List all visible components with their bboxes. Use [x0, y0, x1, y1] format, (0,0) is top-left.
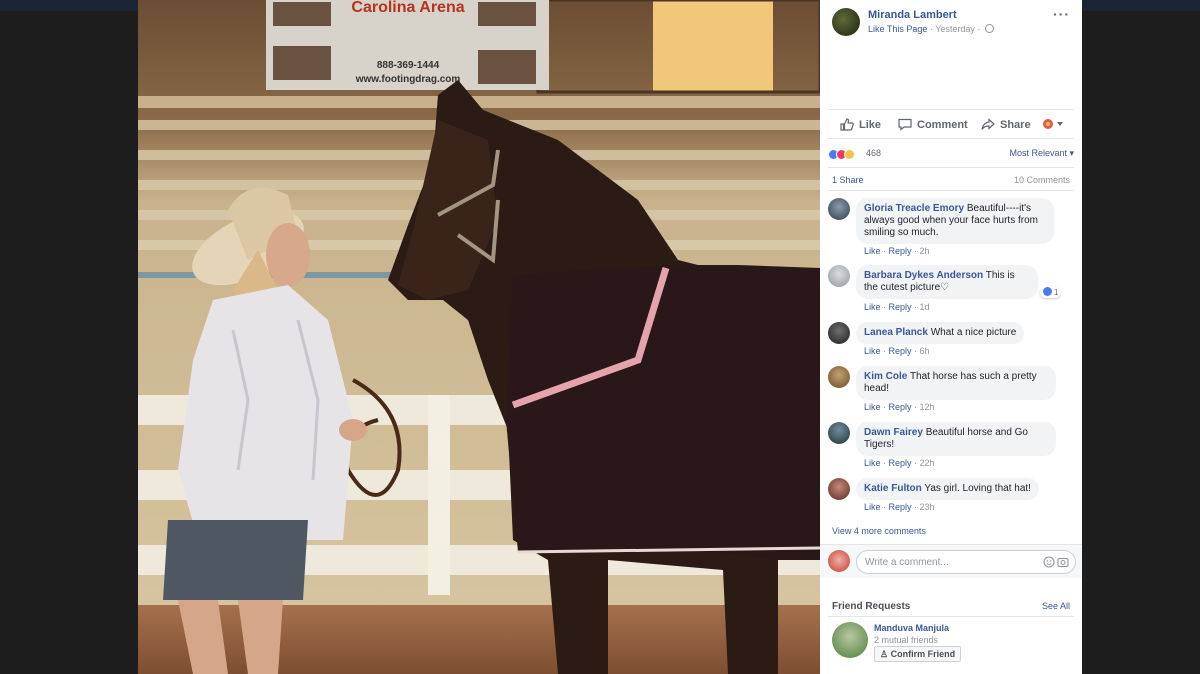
- comment-time[interactable]: 12h: [920, 402, 935, 412]
- comment-meta: Like · Reply · 22h: [864, 458, 935, 468]
- comment-bubble: Lanea Planck What a nice picture: [856, 322, 1025, 344]
- comment-like-link[interactable]: Like: [864, 346, 881, 356]
- friend-requests-title: Friend Requests: [832, 601, 911, 612]
- comment-reply-link[interactable]: Reply: [889, 458, 912, 468]
- comment-time[interactable]: 2h: [920, 246, 930, 256]
- reaction-selector[interactable]: [1042, 118, 1069, 130]
- comment-text: What a nice picture: [930, 327, 1017, 338]
- author-name[interactable]: Miranda Lambert: [868, 9, 957, 21]
- commenter-name[interactable]: Katie Fulton: [864, 483, 922, 494]
- comment-meta: Like · Reply · 6h: [864, 346, 930, 356]
- sort-dropdown[interactable]: Most Relevant ▾: [1009, 148, 1074, 159]
- current-user-avatar: [828, 550, 850, 572]
- photo-illustration: Carolina Arena 888-369-1444 www.footingd…: [138, 0, 820, 674]
- comment-bubble: Katie Fulton Yas girl. Loving that hat!: [856, 478, 1039, 500]
- thumbs-up-icon: [840, 118, 854, 131]
- comment-label: Comment: [917, 118, 968, 131]
- comment-bubble: Gloria Treacle Emory Beautiful----it's a…: [856, 198, 1054, 244]
- comment-input-placeholder: Write a comment...: [865, 557, 949, 568]
- comment-like-link[interactable]: Like: [864, 502, 881, 512]
- reaction-dropdown-icon: [1043, 119, 1063, 129]
- comment-reply-link[interactable]: Reply: [889, 302, 912, 312]
- meta-separator-2: ·: [974, 24, 983, 34]
- commenter-name[interactable]: Lanea Planck: [864, 327, 928, 338]
- comment-time[interactable]: 6h: [920, 346, 930, 356]
- haha-reaction-icon: [844, 149, 855, 161]
- author-avatar[interactable]: [832, 8, 860, 36]
- mutual-friends-text[interactable]: 2 mutual friends: [874, 635, 938, 645]
- confirm-friend-label: Confirm Friend: [890, 649, 956, 659]
- comment-like-link[interactable]: Like: [864, 458, 881, 468]
- commenter-avatar[interactable]: [828, 265, 850, 287]
- comment-time[interactable]: 23h: [920, 502, 935, 512]
- comment-input[interactable]: Write a comment...: [856, 550, 1076, 574]
- friend-requests-divider: [828, 616, 1074, 617]
- friend-request-name[interactable]: Manduva Manjula: [874, 623, 949, 633]
- share-button[interactable]: Share: [981, 118, 1031, 131]
- comment-input-icons: [1043, 556, 1069, 571]
- more-options-icon[interactable]: ···: [1053, 6, 1070, 22]
- commenter-name[interactable]: Gloria Treacle Emory: [864, 203, 964, 214]
- post-stats: 1 Share 10 Comments: [828, 167, 1074, 191]
- like-page-link[interactable]: Like This Page: [868, 24, 927, 34]
- commenter-avatar[interactable]: [828, 322, 850, 344]
- add-friend-icon: ♙: [880, 649, 889, 659]
- comment-reaction-badge[interactable]: 1: [1040, 286, 1062, 298]
- comment-meta: Like · Reply · 2h: [864, 246, 930, 256]
- comment-meta: Like · Reply · 12h: [864, 402, 935, 412]
- comment-like-link[interactable]: Like: [864, 402, 881, 412]
- comment-meta: Like · Reply · 23h: [864, 502, 935, 512]
- comment-bubble: Barbara Dykes Anderson This is the cutes…: [856, 265, 1038, 299]
- comment-reply-link[interactable]: Reply: [889, 402, 912, 412]
- post-sidebar: Miranda Lambert Like This Page · Yesterd…: [820, 0, 1082, 674]
- action-bar: Like Comment Share: [828, 109, 1074, 139]
- emoji-and-camera-icons[interactable]: [1043, 556, 1069, 568]
- commenter-name[interactable]: Barbara Dykes Anderson: [864, 270, 983, 281]
- share-arrow-icon: [981, 118, 995, 130]
- reaction-count[interactable]: 468: [866, 148, 881, 158]
- comment-time[interactable]: 22h: [920, 458, 935, 468]
- comment-reply-link[interactable]: Reply: [889, 246, 912, 256]
- post-time[interactable]: Yesterday: [935, 24, 975, 34]
- comments-count[interactable]: 10 Comments: [1014, 175, 1070, 185]
- post-meta: Like This Page · Yesterday ·: [868, 24, 994, 34]
- like-reaction-icon: [1043, 287, 1052, 296]
- shares-link[interactable]: 1 Share: [832, 175, 864, 185]
- comment-meta: Like · Reply · 1d: [864, 302, 930, 312]
- comment-like-link[interactable]: Like: [864, 246, 881, 256]
- reaction-icons[interactable]: [828, 147, 855, 161]
- globe-icon: [984, 24, 994, 33]
- comment-text: Yas girl. Loving that hat!: [924, 483, 1031, 494]
- share-label: Share: [1000, 118, 1031, 131]
- sign-url: www.footingdrag.com: [355, 74, 461, 85]
- friend-request-avatar[interactable]: [832, 622, 868, 658]
- commenter-avatar[interactable]: [828, 478, 850, 500]
- comment-reply-link[interactable]: Reply: [889, 502, 912, 512]
- confirm-friend-button[interactable]: ♙ Confirm Friend: [874, 646, 962, 662]
- comment-button[interactable]: Comment: [898, 118, 968, 131]
- reactions-summary: 468 Most Relevant ▾: [828, 143, 1074, 165]
- comment-reply-link[interactable]: Reply: [889, 346, 912, 356]
- like-label: Like: [859, 118, 882, 131]
- comment-bubble: Dawn Fairey Beautiful horse and Go Tiger…: [856, 422, 1056, 456]
- commenter-name[interactable]: Kim Cole: [864, 371, 907, 382]
- comment-bubble: Kim Cole That horse has such a pretty he…: [856, 366, 1056, 400]
- comment-time[interactable]: 1d: [920, 302, 930, 312]
- see-all-link[interactable]: See All: [1042, 601, 1070, 611]
- comment-like-link[interactable]: Like: [864, 302, 881, 312]
- sign-title: Carolina Arena: [351, 0, 464, 16]
- post-photo[interactable]: Carolina Arena 888-369-1444 www.footingd…: [138, 0, 820, 674]
- commenter-avatar[interactable]: [828, 198, 850, 220]
- commenter-avatar[interactable]: [828, 422, 850, 444]
- commenter-name[interactable]: Dawn Fairey: [864, 427, 923, 438]
- like-button[interactable]: Like: [840, 118, 881, 131]
- commenter-avatar[interactable]: [828, 366, 850, 388]
- view-more-comments-link[interactable]: View 4 more comments: [832, 526, 926, 536]
- post-header: Miranda Lambert Like This Page · Yesterd…: [820, 0, 1082, 108]
- comment-reaction-count: 1: [1054, 288, 1059, 297]
- write-comment-row: Write a comment...: [820, 544, 1082, 578]
- sign-phone: 888-369-1444: [377, 60, 440, 71]
- speech-bubble-icon: [898, 118, 912, 131]
